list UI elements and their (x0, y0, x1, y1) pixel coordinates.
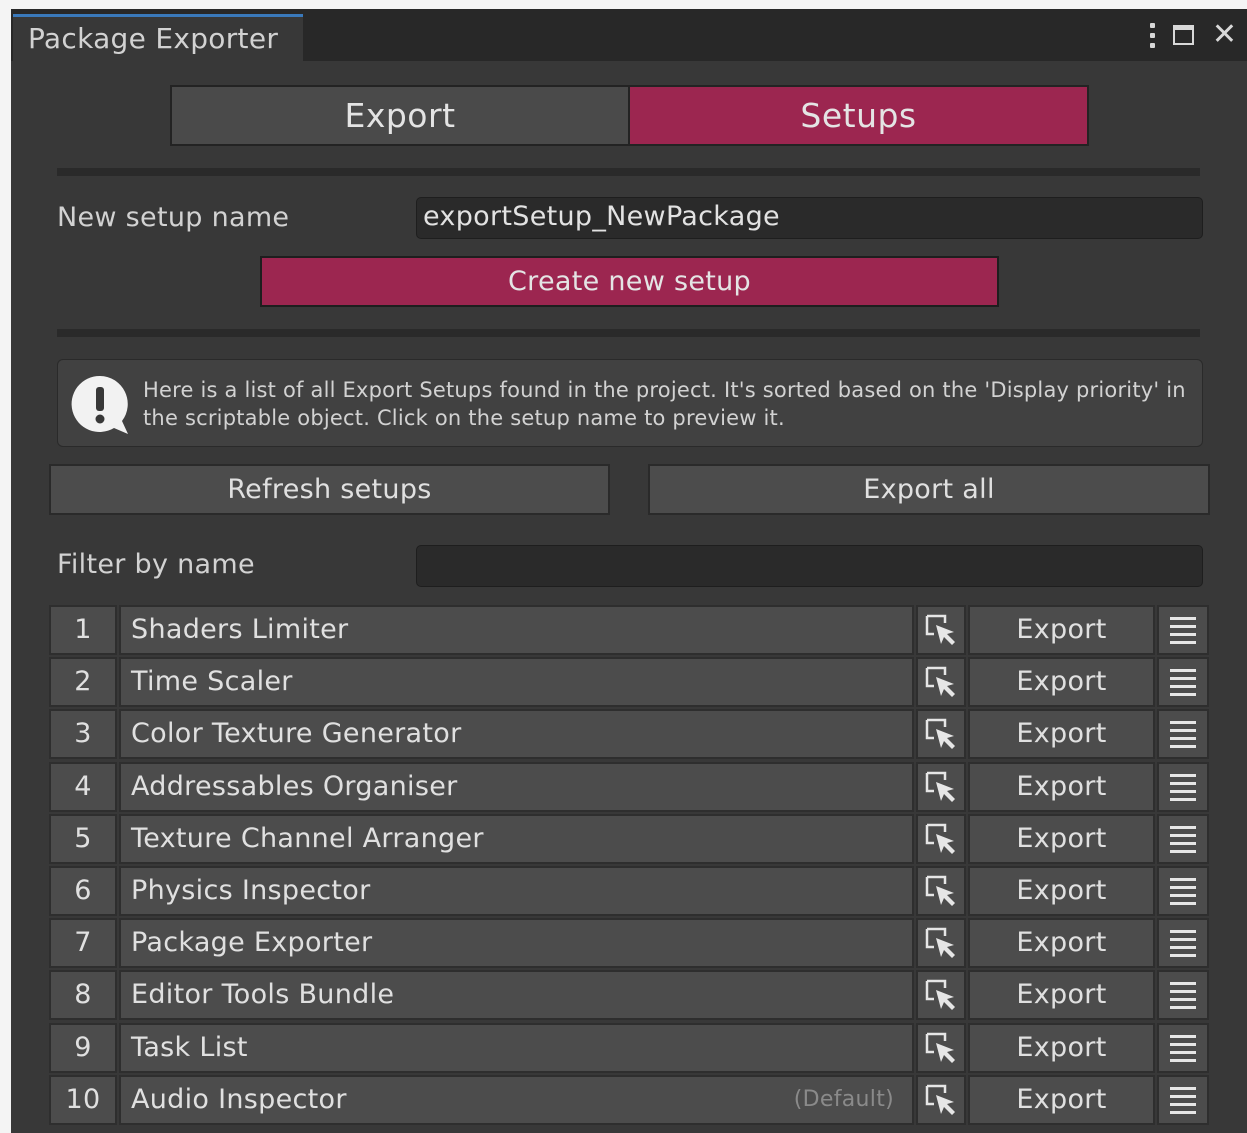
export-all-button[interactable]: Export all (648, 464, 1210, 515)
export-setup-button[interactable]: Export (968, 1075, 1155, 1125)
setup-name-label: Color Texture Generator (131, 718, 462, 749)
new-setup-name-input[interactable]: exportSetup_NewPackage (416, 197, 1203, 239)
setup-name-button[interactable]: Texture Channel Arranger (119, 814, 914, 864)
export-setup-button[interactable]: Export (968, 762, 1155, 812)
setup-name-button[interactable]: Task List (119, 1023, 914, 1073)
hamburger-menu-icon[interactable] (1157, 866, 1209, 916)
info-help-text: Here is a list of all Export Setups foun… (143, 378, 1186, 430)
export-setup-button[interactable]: Export (968, 814, 1155, 864)
hamburger-menu-icon[interactable] (1157, 970, 1209, 1020)
setup-row: 6 Physics Inspector Export (49, 866, 1209, 916)
setup-row: 4 Addressables Organiser Export (49, 762, 1209, 812)
select-asset-icon[interactable] (916, 866, 966, 916)
tab-setups[interactable]: Setups (630, 85, 1089, 146)
setup-index: 9 (49, 1023, 117, 1073)
export-setup-button[interactable]: Export (968, 709, 1155, 759)
package-exporter-window: Package Exporter ✕ Export Setups New set… (11, 9, 1247, 1133)
select-asset-icon[interactable] (916, 1023, 966, 1073)
setup-row: 5 Texture Channel Arranger Export (49, 814, 1209, 864)
setup-index: 2 (49, 657, 117, 707)
export-setup-button[interactable]: Export (968, 918, 1155, 968)
select-asset-icon[interactable] (916, 814, 966, 864)
export-setup-button[interactable]: Export (968, 866, 1155, 916)
select-asset-icon[interactable] (916, 605, 966, 655)
hamburger-menu-icon[interactable] (1157, 918, 1209, 968)
default-tag: (Default) (793, 1087, 894, 1112)
select-asset-icon[interactable] (916, 762, 966, 812)
filter-by-name-label: Filter by name (57, 549, 255, 580)
setup-name-label: Time Scaler (131, 666, 293, 697)
setup-row: 7 Package Exporter Export (49, 918, 1209, 968)
setup-name-label: Audio Inspector (131, 1084, 347, 1115)
setup-name-button[interactable]: Package Exporter (119, 918, 914, 968)
section-divider (57, 329, 1200, 337)
setup-row: 8 Editor Tools Bundle Export (49, 970, 1209, 1020)
hamburger-menu-icon[interactable] (1157, 814, 1209, 864)
info-help-box: Here is a list of all Export Setups foun… (57, 359, 1203, 447)
section-divider (57, 168, 1200, 176)
hamburger-menu-icon[interactable] (1157, 709, 1209, 759)
setup-name-button[interactable]: Shaders Limiter (119, 605, 914, 655)
hamburger-menu-icon[interactable] (1157, 605, 1209, 655)
setup-row: 10 Audio Inspector (Default) Export (49, 1075, 1209, 1125)
tab-export[interactable]: Export (170, 85, 630, 146)
setup-row: 3 Color Texture Generator Export (49, 709, 1209, 759)
close-icon[interactable]: ✕ (1212, 20, 1237, 50)
setup-row: 9 Task List Export (49, 1023, 1209, 1073)
maximize-icon[interactable] (1172, 25, 1194, 45)
setup-index: 4 (49, 762, 117, 812)
setup-name-label: Editor Tools Bundle (131, 979, 395, 1010)
export-setup-button[interactable]: Export (968, 970, 1155, 1020)
export-setup-button[interactable]: Export (968, 657, 1155, 707)
select-asset-icon[interactable] (916, 970, 966, 1020)
window-tab-title[interactable]: Package Exporter (13, 14, 303, 61)
setup-name-label: Package Exporter (131, 927, 373, 958)
window-tab-strip: Package Exporter ✕ (11, 9, 1247, 61)
select-asset-icon[interactable] (916, 709, 966, 759)
export-setup-button[interactable]: Export (968, 1023, 1155, 1073)
new-setup-name-label: New setup name (57, 202, 290, 233)
select-asset-icon[interactable] (916, 1075, 966, 1125)
select-asset-icon[interactable] (916, 918, 966, 968)
setup-index: 6 (49, 866, 117, 916)
setup-name-button[interactable]: Color Texture Generator (119, 709, 914, 759)
setup-row: 2 Time Scaler Export (49, 657, 1209, 707)
info-exclamation-icon (71, 375, 128, 434)
setup-name-label: Task List (131, 1032, 248, 1063)
setup-name-button[interactable]: Audio Inspector (Default) (119, 1075, 914, 1125)
setup-name-button[interactable]: Editor Tools Bundle (119, 970, 914, 1020)
hamburger-menu-icon[interactable] (1157, 762, 1209, 812)
setup-name-label: Texture Channel Arranger (131, 823, 484, 854)
setup-name-button[interactable]: Time Scaler (119, 657, 914, 707)
setup-name-label: Addressables Organiser (131, 771, 458, 802)
setup-row: 1 Shaders Limiter Export (49, 605, 1209, 655)
setup-index: 3 (49, 709, 117, 759)
hamburger-menu-icon[interactable] (1157, 1075, 1209, 1125)
setup-name-label: Physics Inspector (131, 875, 371, 906)
setup-name-button[interactable]: Physics Inspector (119, 866, 914, 916)
setup-index: 1 (49, 605, 117, 655)
setup-name-label: Shaders Limiter (131, 614, 349, 645)
window-controls: ✕ (1149, 15, 1237, 55)
filter-by-name-input[interactable] (416, 545, 1203, 587)
setup-name-button[interactable]: Addressables Organiser (119, 762, 914, 812)
export-setup-button[interactable]: Export (968, 605, 1155, 655)
kebab-menu-icon[interactable] (1149, 22, 1155, 48)
setup-index: 5 (49, 814, 117, 864)
setup-index: 10 (49, 1075, 117, 1125)
select-asset-icon[interactable] (916, 657, 966, 707)
refresh-setups-button[interactable]: Refresh setups (49, 464, 610, 515)
hamburger-menu-icon[interactable] (1157, 1023, 1209, 1073)
hamburger-menu-icon[interactable] (1157, 657, 1209, 707)
create-new-setup-button[interactable]: Create new setup (260, 256, 999, 307)
setup-index: 8 (49, 970, 117, 1020)
setup-index: 7 (49, 918, 117, 968)
